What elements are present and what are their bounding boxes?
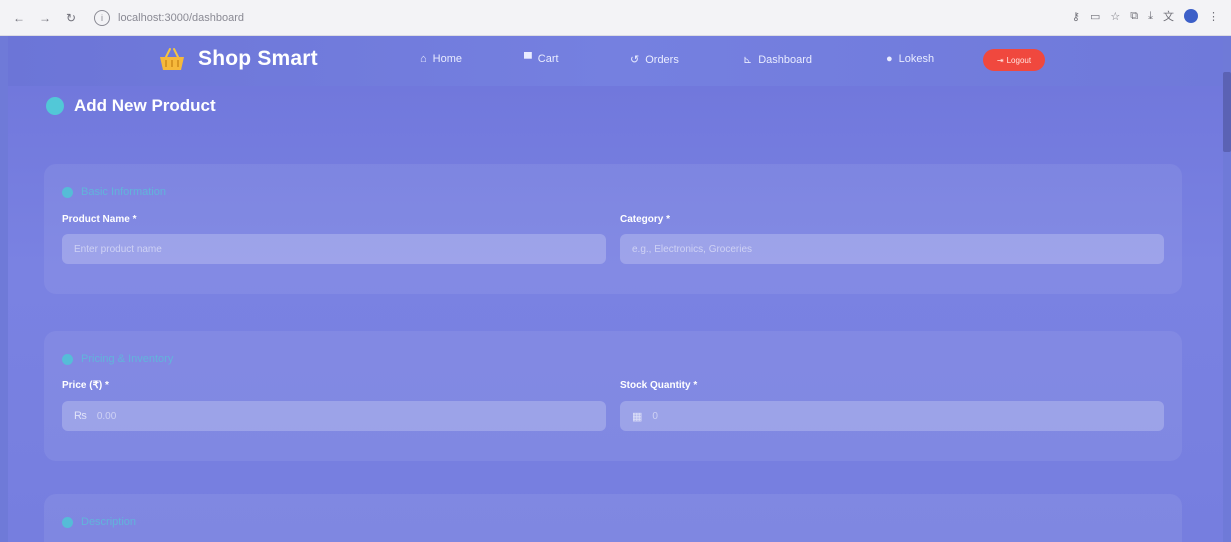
address-bar[interactable]: i localhost:3000/dashboard	[94, 6, 894, 30]
category-label: Category *	[620, 214, 671, 225]
page-content: Add New Product Basic Information Produc…	[8, 86, 1223, 542]
cart-icon: ▀	[524, 53, 532, 65]
boxes-icon: ▦	[632, 410, 643, 423]
translate-icon[interactable]: 文	[1163, 8, 1174, 24]
nav-cart-label: Cart	[537, 53, 559, 65]
nav-orders-label: Orders	[645, 53, 679, 66]
stock-placeholder: 0	[652, 410, 658, 422]
user-icon: ●	[886, 53, 893, 65]
brand-name: Shop Smart	[198, 47, 318, 70]
category-placeholder: e.g., Electronics, Groceries	[632, 243, 753, 255]
profile-avatar[interactable]	[1184, 9, 1198, 23]
logout-icon: ⇥	[996, 55, 1004, 65]
tag-icon	[62, 353, 73, 365]
nav-user-label: Lokesh	[898, 53, 935, 65]
menu-icon[interactable]: ⋮	[1208, 10, 1219, 23]
nav-cart[interactable]: ▀ Cart	[524, 53, 559, 65]
basket-icon	[160, 48, 184, 70]
browser-toolbar: ← → ↻ i localhost:3000/dashboard ⚷ ▭ ☆ ⧉…	[0, 0, 1231, 36]
forward-icon[interactable]: →	[36, 9, 54, 27]
page-title-text: Add New Product	[74, 96, 216, 115]
nav-orders[interactable]: ↺ Orders	[630, 53, 679, 67]
nav-user[interactable]: ● Lokesh	[886, 53, 934, 65]
page-title: Add New Product	[46, 96, 216, 116]
nav-dashboard[interactable]: ⊾ Dashboard	[743, 53, 813, 67]
nav-home-label: Home	[432, 53, 462, 65]
description-section: Description	[44, 494, 1182, 542]
nav-dashboard-label: Dashboard	[758, 53, 813, 66]
product-name-label: Product Name *	[62, 214, 137, 225]
info-icon	[62, 186, 73, 198]
key-icon[interactable]: ⚷	[1072, 10, 1080, 23]
add-circle-icon	[46, 97, 64, 115]
price-input[interactable]: ₨ 0.00	[62, 401, 606, 431]
section-title: Pricing & Inventory	[81, 353, 174, 365]
bookmark-star-icon[interactable]: ☆	[1110, 10, 1120, 23]
cast-icon[interactable]: ▭	[1090, 10, 1100, 23]
description-icon	[62, 516, 73, 528]
product-name-placeholder: Enter product name	[74, 243, 162, 255]
stock-label: Stock Quantity *	[620, 380, 698, 391]
chart-icon: ⊾	[743, 54, 753, 66]
download-icon[interactable]: ⤓	[1148, 10, 1153, 23]
product-name-input[interactable]: Enter product name	[62, 234, 606, 264]
extensions-icon[interactable]: ⧉	[1130, 10, 1138, 23]
orders-icon: ↺	[630, 54, 640, 66]
nav-home[interactable]: ⌂ Home	[420, 53, 462, 65]
category-input[interactable]: e.g., Electronics, Groceries	[620, 234, 1164, 264]
price-label: Price (₹) *	[62, 380, 109, 391]
section-title: Basic Information	[81, 186, 166, 198]
section-title: Description	[81, 516, 137, 528]
price-placeholder: 0.00	[96, 410, 117, 422]
rupee-icon: ₨	[74, 410, 87, 422]
pricing-section: Pricing & Inventory Price (₹) * ₨ 0.00 S…	[44, 331, 1182, 461]
section-header: Pricing & Inventory	[62, 353, 173, 365]
logout-label: Logout	[1006, 55, 1032, 65]
site-info-icon[interactable]: i	[94, 9, 110, 26]
section-header: Basic Information	[62, 186, 166, 198]
stock-input[interactable]: ▦ 0	[620, 401, 1164, 431]
back-icon[interactable]: ←	[10, 9, 28, 27]
basic-info-section: Basic Information Product Name * Enter p…	[44, 164, 1182, 294]
page-scrollbar[interactable]	[1223, 72, 1231, 152]
url-text: localhost:3000/dashboard	[118, 11, 244, 24]
section-header: Description	[62, 516, 136, 528]
reload-icon[interactable]: ↻	[62, 9, 80, 27]
logout-button[interactable]: ⇥ Logout	[983, 49, 1045, 71]
home-icon: ⌂	[420, 53, 427, 65]
app-header: Shop Smart ⌂ Home ▀ Cart ↺ Orders ⊾ Dash…	[8, 36, 1223, 86]
brand[interactable]: Shop Smart	[158, 46, 318, 72]
